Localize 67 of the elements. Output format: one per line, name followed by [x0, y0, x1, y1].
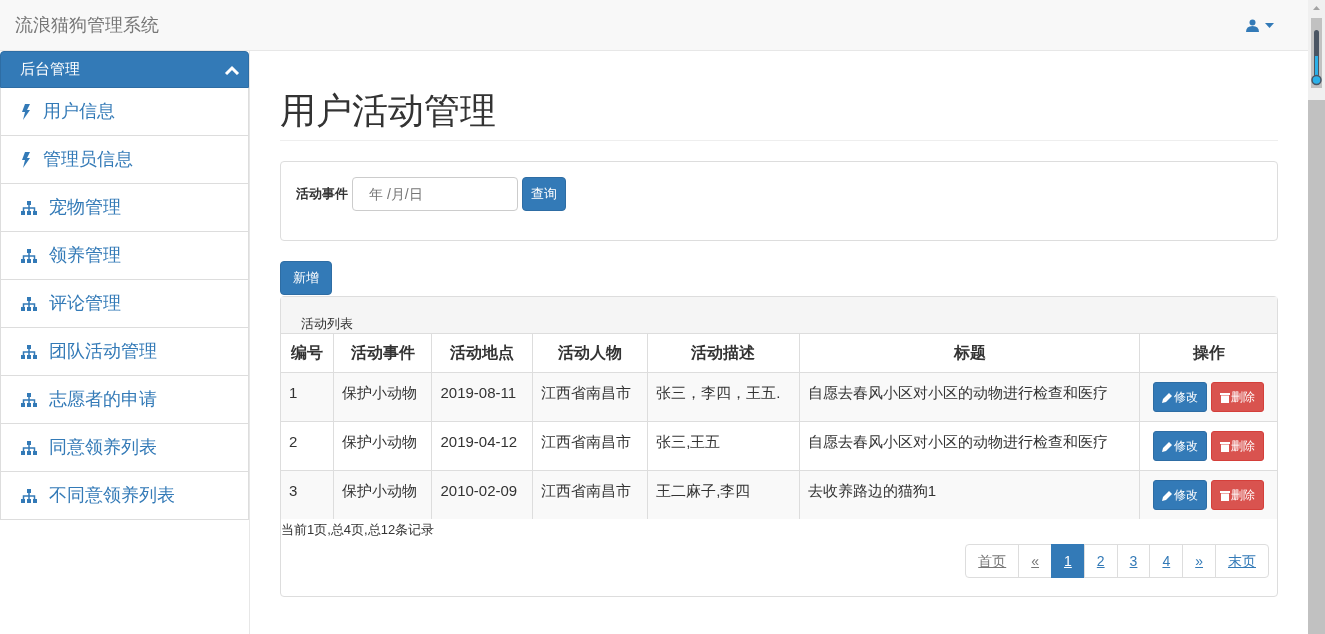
scrollbar[interactable] — [1308, 0, 1325, 634]
sidebar-item[interactable]: 同意领养列表 — [0, 424, 249, 472]
table-cell: 江西省南昌市 — [532, 372, 648, 422]
pencil-icon — [1162, 489, 1174, 501]
page-link[interactable]: 2 — [1083, 543, 1118, 578]
page-title: 用户活动管理 — [280, 89, 1278, 142]
table-caption: 活动列表 — [301, 314, 353, 333]
sidebar-item[interactable]: 团队活动管理 — [0, 328, 249, 376]
table-cell: 江西省南昌市 — [532, 470, 648, 520]
sidebar-header[interactable]: 后台管理 — [0, 51, 249, 88]
page-link[interactable]: 1 — [1051, 543, 1085, 578]
pencil-icon — [1162, 440, 1174, 452]
sidebar-item[interactable]: 领养管理 — [0, 232, 249, 280]
delete-button[interactable]: 删除 — [1211, 480, 1265, 511]
table-cell: 王二麻子,李四 — [647, 470, 800, 520]
column-header: 活动人物 — [532, 333, 648, 373]
hierarchy-icon — [21, 200, 37, 215]
trash-icon — [1220, 440, 1231, 452]
delete-button[interactable]: 删除 — [1211, 431, 1265, 462]
table-cell: 保护小动物 — [333, 470, 432, 520]
caret-icon — [1265, 22, 1274, 28]
hierarchy-icon — [21, 296, 37, 311]
add-button[interactable]: 新增 — [280, 261, 332, 296]
delete-button[interactable]: 删除 — [1211, 382, 1265, 413]
column-header: 活动描述 — [647, 333, 800, 373]
table-cell: 去收养路边的猫狗1 — [799, 470, 1140, 520]
hierarchy-icon — [21, 440, 37, 455]
column-header: 活动地点 — [431, 333, 533, 373]
brand-title[interactable]: 流浪猫狗管理系统 — [15, 11, 159, 39]
edit-button[interactable]: 修改 — [1153, 431, 1208, 462]
user-icon — [1246, 18, 1259, 32]
page-link[interactable]: 3 — [1116, 543, 1151, 578]
sidebar-item[interactable]: 宠物管理 — [0, 184, 249, 232]
page-link[interactable]: » — [1182, 543, 1216, 578]
page-link[interactable]: 4 — [1149, 543, 1184, 578]
date-field[interactable]: 年 /月/日 — [352, 177, 518, 212]
lightning-icon — [21, 151, 31, 168]
edit-button[interactable]: 修改 — [1153, 382, 1208, 413]
search-button[interactable]: 查询 — [522, 177, 566, 212]
hierarchy-icon — [21, 344, 37, 359]
sidebar-title: 后台管理 — [20, 59, 80, 80]
trash-icon — [1220, 489, 1231, 501]
hierarchy-icon — [21, 488, 37, 503]
column-header: 操作 — [1139, 333, 1277, 373]
field-label: 活动事件 — [296, 185, 348, 204]
table-cell: 自愿去春风小区对小区的动物进行检查和医疗 — [799, 372, 1140, 422]
page-link[interactable]: 末页 — [1215, 543, 1269, 578]
column-header: 标题 — [799, 333, 1140, 373]
table-cell: 3 — [281, 470, 334, 520]
table-cell: 1 — [281, 372, 334, 422]
edit-button[interactable]: 修改 — [1153, 480, 1208, 511]
sidebar-item[interactable]: 志愿者的申请 — [0, 376, 249, 424]
sidebar-item[interactable]: 评论管理 — [0, 280, 249, 328]
trash-icon — [1220, 391, 1231, 403]
pencil-icon — [1162, 391, 1174, 403]
table-cell: 2010-02-09 — [431, 470, 533, 520]
lightning-icon — [21, 103, 31, 120]
column-header: 编号 — [281, 333, 334, 373]
table-cell: 2019-08-11 — [431, 372, 533, 422]
table-cell: 张三，李四，王五. — [647, 372, 800, 422]
column-header: 活动事件 — [333, 333, 432, 373]
hierarchy-icon — [21, 248, 37, 263]
hierarchy-icon — [21, 392, 37, 407]
sidebar-item[interactable]: 管理员信息 — [0, 136, 249, 184]
sidebar-item[interactable]: 不同意领养列表 — [0, 472, 249, 520]
sidebar-item[interactable]: 用户信息 — [0, 88, 249, 136]
table-cell: 保护小动物 — [333, 372, 432, 422]
